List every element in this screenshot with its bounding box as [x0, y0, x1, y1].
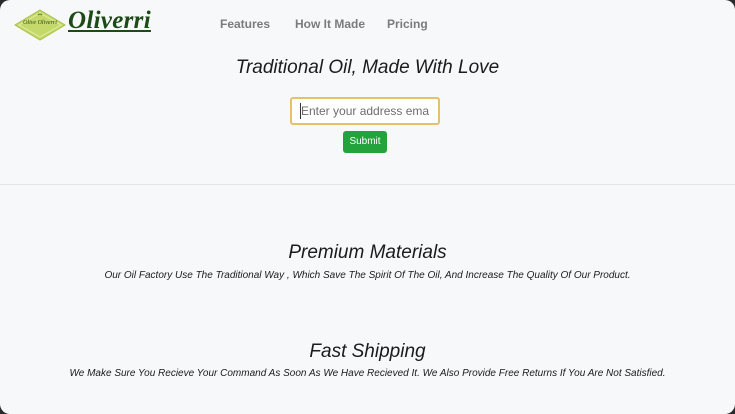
- nav-link-features[interactable]: Features: [220, 17, 270, 31]
- logo[interactable]: Olive Oliverri Oliverri: [14, 7, 154, 41]
- nav-link-pricing[interactable]: Pricing: [387, 17, 428, 31]
- logo-tagline: Olive Oliverri: [23, 20, 57, 26]
- section-divider: [0, 184, 735, 185]
- logo-wordmark: Oliverri: [68, 7, 151, 34]
- feature-title-fast-shipping: Fast Shipping: [309, 341, 426, 362]
- email-input[interactable]: [290, 97, 440, 125]
- nav-link-how-it-made[interactable]: How It Made: [295, 17, 365, 31]
- feature-text-fast-shipping: We Make Sure You Recieve Your Command As…: [69, 368, 666, 379]
- feature-title-premium-materials: Premium Materials: [288, 242, 447, 263]
- site-header: Olive Oliverri Oliverri Features How It …: [0, 0, 735, 50]
- text-caret: [300, 103, 301, 119]
- submit-button[interactable]: Submit: [343, 131, 387, 153]
- landing-page: Olive Oliverri Oliverri Features How It …: [0, 0, 735, 414]
- hero-title: Traditional Oil, Made With Love: [235, 57, 500, 78]
- feature-text-premium-materials: Our Oil Factory Use The Traditional Way …: [104, 270, 631, 281]
